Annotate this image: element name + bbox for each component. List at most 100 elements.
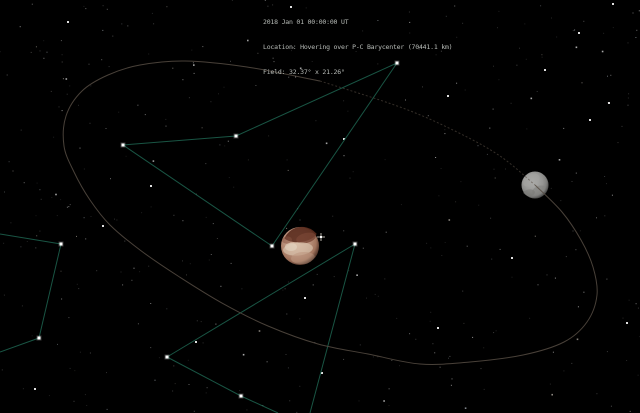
star xyxy=(575,249,577,251)
star xyxy=(79,147,81,149)
star xyxy=(60,270,62,272)
star xyxy=(316,273,318,275)
star xyxy=(285,354,287,355)
star xyxy=(526,128,528,130)
star xyxy=(349,177,351,179)
star xyxy=(188,384,190,385)
star xyxy=(563,370,565,372)
vertex-star xyxy=(270,244,274,248)
star xyxy=(629,410,631,412)
star xyxy=(165,125,167,127)
star xyxy=(3,242,5,244)
star xyxy=(287,281,289,283)
sky-viewport[interactable]: 2018 Jan 01 00:00:00 UT Location: Hoveri… xyxy=(0,0,640,413)
star xyxy=(596,217,597,219)
star xyxy=(89,352,91,354)
star xyxy=(74,370,76,372)
star xyxy=(102,29,104,31)
star xyxy=(575,172,577,174)
star xyxy=(172,390,174,392)
star xyxy=(366,297,367,299)
star xyxy=(193,64,195,66)
star xyxy=(462,290,464,292)
star xyxy=(405,99,406,101)
star xyxy=(39,230,41,232)
star xyxy=(464,407,467,409)
star xyxy=(490,217,492,219)
star xyxy=(534,235,536,237)
star xyxy=(377,295,379,297)
star xyxy=(61,110,63,112)
star xyxy=(200,321,202,323)
star xyxy=(110,178,111,180)
star xyxy=(287,169,289,171)
charon-orbit-path-far-side xyxy=(319,80,536,186)
star xyxy=(166,6,168,8)
star xyxy=(427,115,429,117)
star xyxy=(304,297,306,299)
star xyxy=(212,223,214,225)
star xyxy=(148,265,150,267)
star xyxy=(247,39,249,42)
star xyxy=(172,67,174,69)
star xyxy=(384,278,386,280)
star xyxy=(133,267,135,269)
star xyxy=(315,120,317,122)
star xyxy=(246,409,248,411)
star xyxy=(88,63,90,65)
star xyxy=(79,351,81,353)
body-pluto[interactable] xyxy=(281,220,319,265)
star xyxy=(604,215,606,217)
star xyxy=(343,100,345,102)
constellation-segment xyxy=(309,243,356,413)
star xyxy=(626,322,628,324)
star xyxy=(139,271,141,273)
star xyxy=(57,343,58,345)
star xyxy=(440,168,442,169)
star xyxy=(231,0,233,1)
vertex-star xyxy=(234,134,238,138)
star xyxy=(241,288,243,290)
star xyxy=(579,230,581,232)
star xyxy=(498,10,500,12)
star xyxy=(137,323,139,325)
star xyxy=(572,30,574,32)
star xyxy=(434,352,436,354)
star xyxy=(153,23,155,25)
star xyxy=(89,122,91,124)
star xyxy=(1,369,3,371)
star xyxy=(556,36,558,38)
star xyxy=(493,65,494,67)
star xyxy=(34,388,36,390)
star xyxy=(69,85,71,87)
star xyxy=(472,336,474,338)
star xyxy=(578,32,580,34)
star xyxy=(299,318,301,320)
star xyxy=(60,40,62,42)
star xyxy=(152,160,155,162)
star xyxy=(400,204,402,206)
star xyxy=(444,129,446,131)
star xyxy=(441,255,443,256)
star xyxy=(31,3,33,5)
star xyxy=(284,288,286,290)
star xyxy=(182,79,184,81)
star xyxy=(51,197,53,198)
star xyxy=(86,405,88,406)
star xyxy=(516,64,518,66)
star xyxy=(388,405,390,407)
star xyxy=(43,40,45,42)
star xyxy=(78,104,79,106)
star xyxy=(182,260,183,262)
star xyxy=(68,317,70,319)
star xyxy=(489,127,491,129)
constellation-segment xyxy=(166,356,242,397)
star xyxy=(69,367,71,369)
star xyxy=(205,392,207,394)
star xyxy=(525,58,527,60)
star xyxy=(188,97,190,99)
star xyxy=(627,42,629,44)
sparkle-star xyxy=(317,233,325,241)
star xyxy=(227,140,229,142)
charon-orbit-path xyxy=(62,60,598,365)
